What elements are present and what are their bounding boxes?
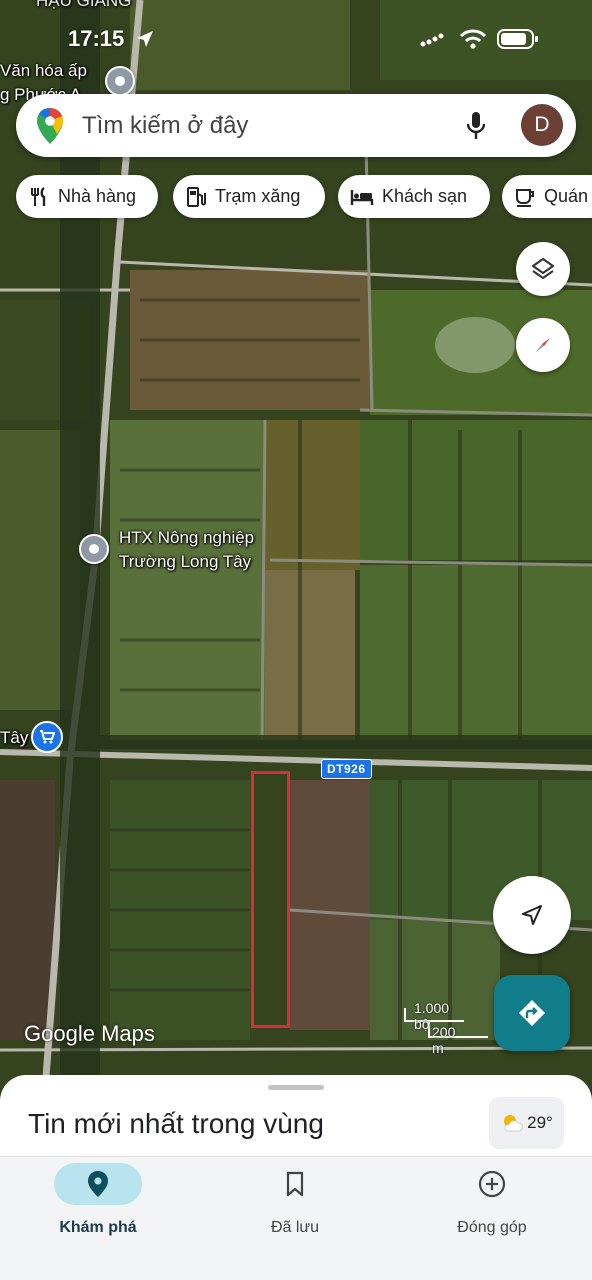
status-time: 17:15: [68, 26, 125, 51]
search-input[interactable]: Tìm kiếm ở đây: [82, 112, 248, 140]
hotel-icon: [350, 189, 374, 205]
cellular-signal-icon: [420, 33, 444, 47]
restaurant-icon: [31, 186, 46, 206]
nav-explore-label: Khám phá: [59, 1219, 137, 1236]
chip-label: Khách sạn: [382, 186, 468, 206]
google-maps-watermark: Google Maps: [24, 1021, 155, 1047]
add-circle-icon: [478, 1170, 506, 1198]
partly-cloudy-icon: [504, 1115, 524, 1132]
road-sign-dt926: DT926: [321, 759, 372, 779]
my-location-button[interactable]: [493, 876, 571, 954]
google-maps-logo-icon: [37, 108, 63, 144]
cafe-icon: [516, 188, 534, 207]
wifi-icon: [459, 29, 487, 49]
nav-explore-icon-wrap: [54, 1163, 142, 1205]
chip-restaurants[interactable]: Nhà hàng: [16, 175, 158, 218]
nav-explore[interactable]: Khám phá: [0, 1163, 198, 1237]
watermark-google: Google: [24, 1021, 95, 1046]
gas-station-icon: [187, 186, 206, 207]
account-avatar[interactable]: D: [521, 104, 563, 146]
shopping-cart-icon[interactable]: [31, 721, 63, 753]
nav-saved-label: Đã lưu: [270, 1219, 320, 1236]
bottom-navigation: Khám phá Đã lưu Đóng góp: [0, 1156, 592, 1280]
map-label-shop[interactable]: Tây: [0, 727, 28, 749]
chip-hotels[interactable]: Khách sạn: [338, 175, 490, 218]
compass-button[interactable]: [516, 318, 570, 372]
weather-badge[interactable]: 29°: [489, 1097, 564, 1149]
map-label-cultural-house[interactable]: Văn hóa ấp: [0, 60, 87, 82]
map-label-region: HẬU GIANG: [36, 0, 132, 10]
nav-contribute-label: Đóng góp: [457, 1219, 527, 1236]
category-chips: Nhà hàng Trạm xăng Khách sạn Quán: [16, 175, 592, 219]
directions-icon: [519, 1000, 545, 1026]
nav-contribute-icon-wrap: [448, 1163, 536, 1205]
sheet-title: Tin mới nhất trong vùng: [28, 1108, 324, 1139]
location-pin-icon[interactable]: [79, 534, 109, 564]
explore-pin-icon: [88, 1171, 108, 1197]
compass-icon: [536, 338, 550, 352]
bookmark-icon: [286, 1171, 304, 1197]
scale-label-meters: 200 m: [432, 1024, 456, 1056]
watermark-maps: Maps: [101, 1021, 155, 1046]
status-bar: 17:15: [0, 22, 592, 62]
location-arrow-icon: [137, 31, 153, 47]
navigation-arrow-icon: [522, 905, 542, 925]
battery-icon: [497, 29, 538, 49]
chip-label: Trạm xăng: [215, 186, 301, 206]
weather-temperature: 29°: [527, 1113, 553, 1132]
map-label-cooperative-line2[interactable]: Trường Long Tây: [119, 551, 251, 573]
map-label-cooperative[interactable]: HTX Nông nghiệp: [119, 527, 254, 549]
directions-button[interactable]: [494, 975, 570, 1051]
layers-icon: [532, 258, 554, 279]
chip-gas-stations[interactable]: Trạm xăng: [173, 175, 325, 218]
nav-saved[interactable]: Đã lưu: [195, 1163, 395, 1237]
microphone-icon[interactable]: [466, 111, 486, 141]
highlighted-plot-rectangle: [251, 771, 290, 1028]
chip-label: Quán: [544, 186, 589, 206]
chip-cafes[interactable]: Quán: [502, 175, 592, 218]
location-pin-icon[interactable]: [105, 66, 135, 96]
search-bar[interactable]: Tìm kiếm ở đây D: [16, 94, 576, 157]
nav-contribute[interactable]: Đóng góp: [392, 1163, 592, 1237]
chip-label: Nhà hàng: [58, 186, 137, 206]
sheet-drag-handle[interactable]: [268, 1085, 324, 1090]
layers-button[interactable]: [516, 242, 570, 296]
nav-saved-icon-wrap: [251, 1163, 339, 1205]
